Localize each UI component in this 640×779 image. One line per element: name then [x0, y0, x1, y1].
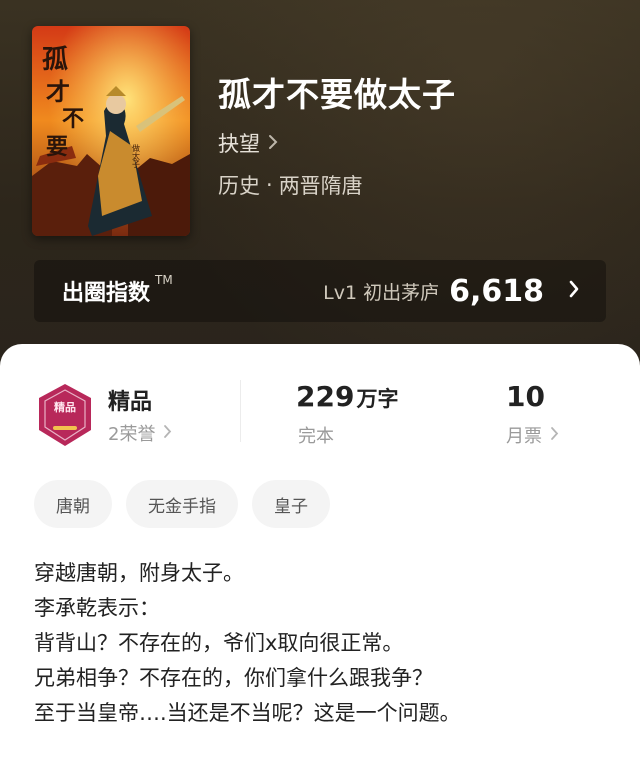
circle-index-label: 出圈指数 TM [62, 273, 173, 307]
tag-chip[interactable]: 无金手指 [126, 480, 238, 528]
word-count: 229 万字 [296, 380, 398, 413]
chevron-right-icon [163, 423, 172, 444]
circle-index-title: 出圈指数 [62, 281, 151, 306]
svg-text:孤: 孤 [42, 44, 68, 75]
category-sub[interactable]: 两晋隋唐 [279, 170, 363, 200]
chevron-right-icon [268, 131, 278, 155]
word-count-number: 229 [296, 380, 355, 413]
book-cover-image: 孤 才 不 要 做太子 [32, 26, 190, 236]
grade-label: 精品 [108, 390, 153, 415]
honors-link[interactable]: 2荣誉 [108, 420, 172, 446]
completion-status: 完本 [298, 426, 334, 447]
premium-badge-icon: 精品 [36, 382, 94, 448]
tag-chip[interactable]: 唐朝 [34, 480, 112, 528]
chevron-right-icon [550, 425, 559, 446]
badge-text: 精品 [54, 400, 76, 414]
author-link[interactable]: 抉望 [218, 128, 278, 158]
trademark-mark: TM [155, 273, 173, 287]
tag-list: 唐朝 无金手指 皇子 [34, 480, 344, 528]
book-intro: 穿越唐朝，附身太子。 李承乾表示： 背背山？不存在的，爷们x取向很正常。 兄弟相… [34, 556, 614, 731]
intro-line: 背背山？不存在的，爷们x取向很正常。 [34, 631, 404, 655]
book-title: 孤才不要做太子 [218, 75, 456, 114]
category-main[interactable]: 历史 [218, 170, 260, 200]
circle-index-bar[interactable]: 出圈指数 TM Lv1 初出茅庐 6,618 [34, 260, 606, 322]
book-cover[interactable]: 孤 才 不 要 做太子 [32, 26, 190, 236]
category-separator: · [266, 173, 273, 197]
intro-line: 至于当皇帝….当还是不当呢？这是一个问题。 [34, 701, 461, 725]
intro-line: 李承乾表示： [34, 596, 160, 620]
circle-index-value: Lv1 初出茅庐 6,618 [323, 274, 580, 309]
svg-text:才: 才 [46, 77, 70, 106]
svg-text:做太子: 做太子 [132, 143, 141, 168]
svg-text:要: 要 [46, 134, 68, 160]
circle-index-level: Lv1 初出茅庐 [323, 281, 440, 304]
svg-text:不: 不 [62, 106, 84, 132]
honors-count: 2荣誉 [108, 424, 156, 445]
intro-line: 穿越唐朝，附身太子。 [34, 561, 244, 585]
stat-divider [240, 380, 241, 442]
word-count-unit: 万字 [356, 387, 399, 411]
book-info-card: 精品 精品 2荣誉 229 万字 完本 10 月票 唐朝 无金手指 皇子 穿越唐… [0, 344, 640, 779]
tag-chip[interactable]: 皇子 [252, 480, 330, 528]
monthly-tickets-count: 10 [506, 380, 545, 413]
circle-index-score: 6,618 [449, 273, 544, 309]
category-row: 历史 · 两晋隋唐 [218, 170, 363, 200]
monthly-tickets-link[interactable]: 月票 [506, 422, 559, 448]
chevron-right-icon [568, 279, 580, 303]
monthly-tickets-label: 月票 [506, 426, 542, 447]
author-name: 抉望 [218, 132, 260, 156]
intro-line: 兄弟相争？不存在的，你们拿什么跟我争？ [34, 666, 433, 690]
